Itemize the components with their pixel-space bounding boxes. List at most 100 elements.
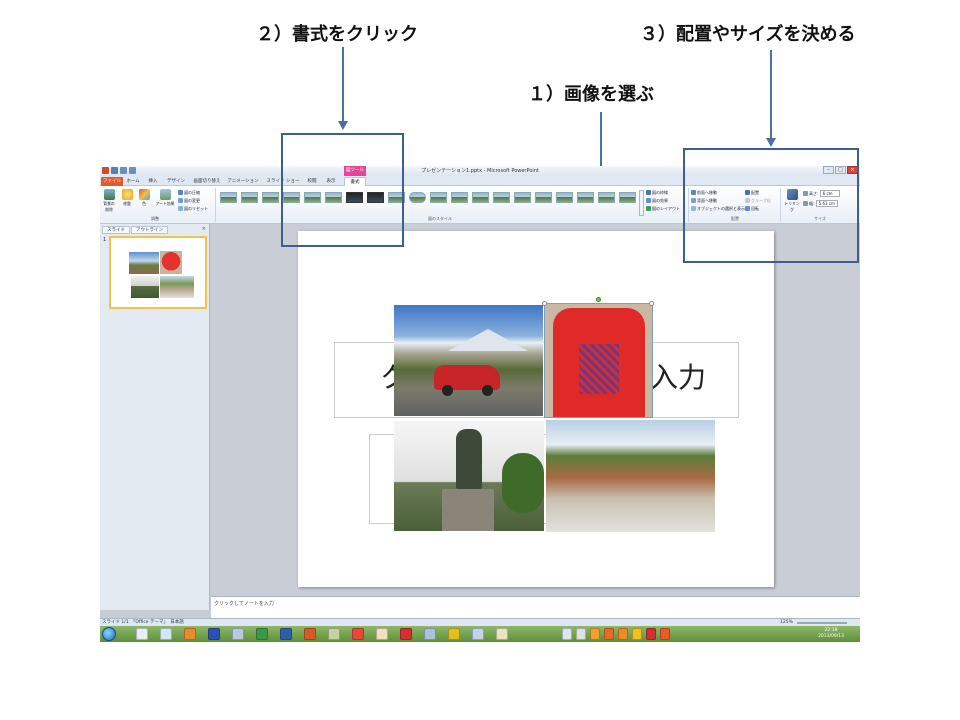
app-icon[interactable] <box>472 628 484 640</box>
picture-style-13[interactable] <box>472 192 489 203</box>
slide-thumbnail[interactable] <box>109 236 207 309</box>
change-picture-button[interactable]: 図の変更 <box>178 197 200 204</box>
picture-style-3[interactable] <box>262 192 279 203</box>
shirt-photo-selected[interactable] <box>544 303 653 418</box>
tray-icon[interactable] <box>576 628 586 640</box>
picture-style-11[interactable] <box>430 192 447 203</box>
highlight-arrange-size <box>683 148 859 263</box>
tray-icon[interactable] <box>632 628 642 640</box>
car-photo[interactable] <box>394 305 543 416</box>
tray-icon[interactable] <box>604 628 614 640</box>
change-picture-label: 図の変更 <box>184 198 200 203</box>
style-gallery-scroll[interactable] <box>639 190 644 216</box>
compress-pictures-button[interactable]: 図の圧縮 <box>178 189 200 196</box>
thumb-shirt-photo <box>160 251 182 274</box>
tab-insert[interactable]: 挿入 <box>144 177 162 186</box>
clock[interactable]: 22:18 2013/09/13 <box>818 628 844 640</box>
picture-layout-button[interactable]: 図のレイアウト <box>646 205 680 212</box>
tray-icon[interactable] <box>562 628 572 640</box>
picture-style-2[interactable] <box>241 192 258 203</box>
sun-icon <box>121 189 133 200</box>
picture-style-17[interactable] <box>556 192 573 203</box>
app-icon[interactable] <box>424 628 436 640</box>
artistic-effects-button[interactable]: アート効果 <box>154 189 176 207</box>
document-icon[interactable] <box>232 628 244 640</box>
picture-style-20[interactable] <box>619 192 636 203</box>
tutorial-canvas: ２）書式をクリック １）画像を選ぶ ３）配置やサイズを決める 図ツール プレゼン… <box>0 0 960 720</box>
rotation-handle-icon[interactable] <box>596 297 601 302</box>
picture-style-18[interactable] <box>577 192 594 203</box>
tab-outline[interactable]: アウトライン <box>131 226 168 234</box>
tree-shape <box>502 453 544 513</box>
wheel-shape <box>442 385 453 396</box>
arrow-format <box>342 47 344 121</box>
app-icon[interactable] <box>208 628 220 640</box>
slide-canvas[interactable]: ク 入力 <box>298 231 774 587</box>
reset-picture-button[interactable]: 図のリセット <box>178 205 208 212</box>
statue-photo[interactable] <box>394 421 544 531</box>
reset-picture-label: 図のリセット <box>184 206 208 211</box>
app-icon[interactable] <box>448 628 460 640</box>
explorer-icon[interactable] <box>136 628 148 640</box>
picture-style-14[interactable] <box>493 192 510 203</box>
corrections-button[interactable]: 修整 <box>120 189 134 207</box>
picture-border-button[interactable]: 図の枠線 <box>646 189 668 196</box>
tab-transitions[interactable]: 画面切り替え <box>190 177 224 186</box>
app-icon[interactable] <box>328 628 340 640</box>
notes-pane[interactable]: クリックしてノートを入力 <box>211 596 860 618</box>
tray-icon[interactable] <box>646 628 656 640</box>
tray-icon[interactable] <box>590 628 600 640</box>
corrections-label: 修整 <box>123 201 131 206</box>
arrow-arrange <box>770 50 772 138</box>
landscape-photo[interactable] <box>546 420 715 532</box>
picture-style-12[interactable] <box>451 192 468 203</box>
start-button-icon[interactable] <box>102 627 116 641</box>
artistic-effects-icon <box>159 189 171 200</box>
home-icon[interactable] <box>376 628 388 640</box>
picture-style-15[interactable] <box>514 192 531 203</box>
thumb-car-photo <box>129 252 159 274</box>
picture-style-16[interactable] <box>535 192 552 203</box>
color-button[interactable]: 色 <box>137 189 151 207</box>
compress-label: 図の圧縮 <box>184 190 200 195</box>
picture-effects-icon <box>646 198 651 203</box>
callout-format: ２）書式をクリック <box>256 24 418 45</box>
resize-handle-icon[interactable] <box>649 301 654 306</box>
status-bar: スライド 1/1 「Office テーマ」 日本語 125% <box>100 618 860 626</box>
picture-style-10[interactable] <box>409 192 426 203</box>
callout-select-image: １）画像を選ぶ <box>528 84 654 105</box>
compress-icon <box>178 190 183 195</box>
picture-effects-label: 図の効果 <box>652 198 668 203</box>
slide-number: 1 <box>103 237 107 243</box>
slides-pane: スライド アウトライン × 1 <box>100 224 210 610</box>
firefox-icon[interactable] <box>184 628 196 640</box>
word-icon[interactable] <box>280 628 292 640</box>
remove-background-label: 背景の削除 <box>103 201 115 212</box>
pane-tabs: スライド アウトライン <box>102 226 168 234</box>
app-icon[interactable] <box>400 628 412 640</box>
remove-background-button[interactable]: 背景の削除 <box>102 189 116 213</box>
tab-home[interactable]: ホーム <box>124 177 142 186</box>
notes-placeholder: クリックしてノートを入力 <box>214 601 274 607</box>
picture-style-19[interactable] <box>598 192 615 203</box>
arrow-arrange-head <box>766 138 776 147</box>
thumb-statue-photo <box>131 276 159 298</box>
tray-icon[interactable] <box>618 628 628 640</box>
resize-handle-icon[interactable] <box>542 301 547 306</box>
excel-icon[interactable] <box>256 628 268 640</box>
tab-design[interactable]: デザイン <box>164 177 188 186</box>
powerpoint-icon[interactable] <box>304 628 316 640</box>
tab-file[interactable]: ファイル <box>101 177 123 186</box>
adjust-group-label: 調整 <box>151 216 159 221</box>
tray-icon[interactable] <box>660 628 670 640</box>
tab-animations[interactable]: アニメーション <box>226 177 260 186</box>
picture-layout-icon <box>646 206 651 211</box>
app-icon[interactable] <box>496 628 508 640</box>
pane-close-icon[interactable]: × <box>202 226 206 232</box>
picture-style-1[interactable] <box>220 192 237 203</box>
browser-icon[interactable] <box>160 628 172 640</box>
chrome-icon[interactable] <box>352 628 364 640</box>
zoom-slider[interactable] <box>797 622 847 624</box>
tab-slides[interactable]: スライド <box>102 226 130 234</box>
picture-effects-button[interactable]: 図の効果 <box>646 197 668 204</box>
